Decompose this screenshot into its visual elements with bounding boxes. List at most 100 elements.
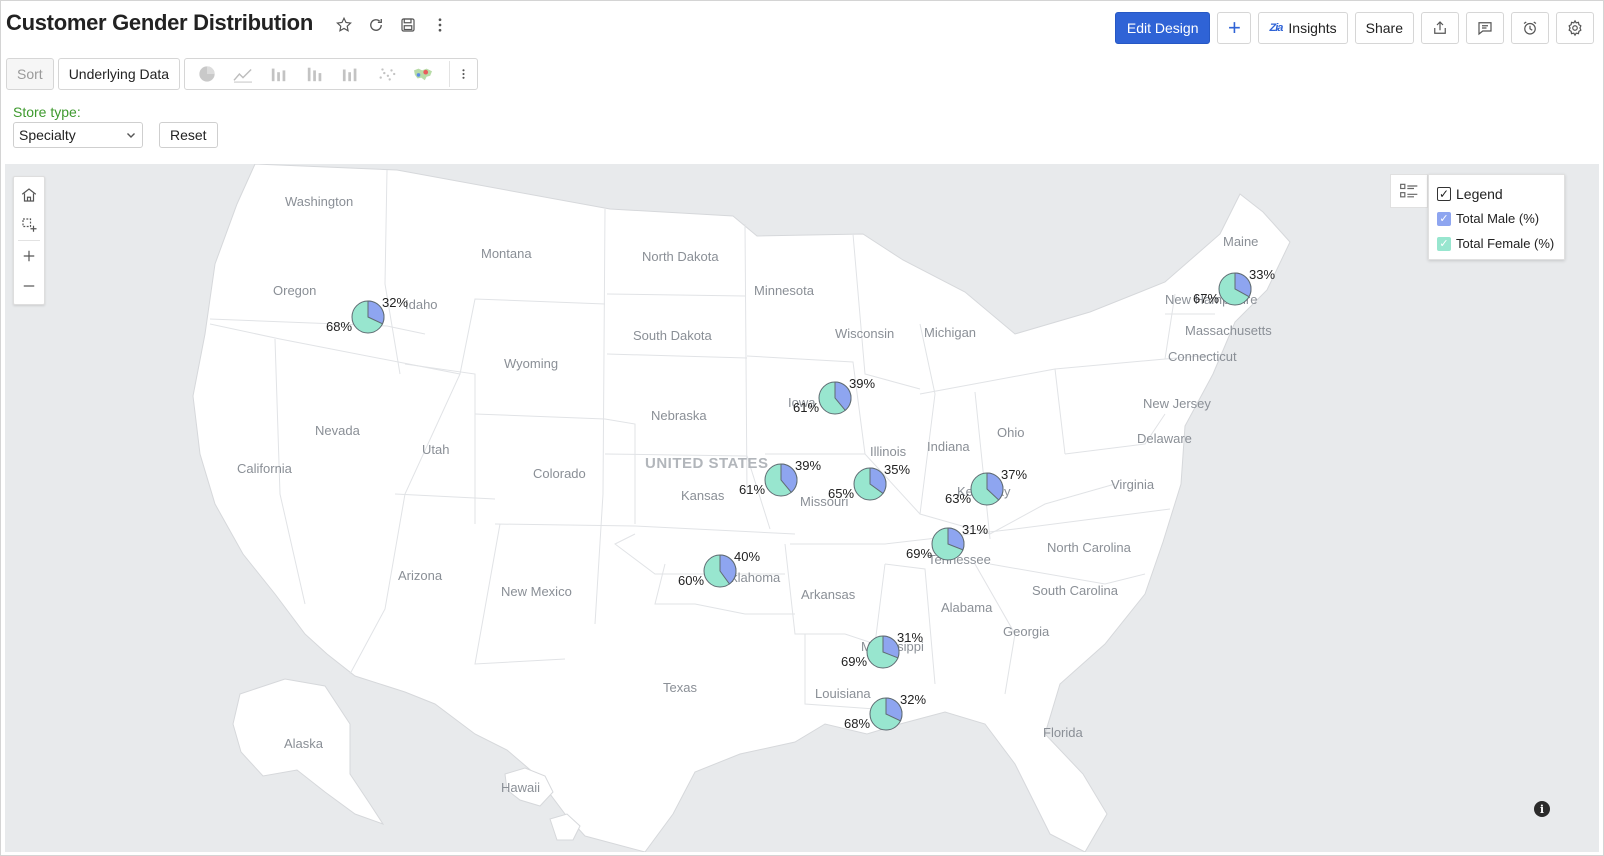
pie-label-female: 68% bbox=[326, 319, 352, 334]
legend-item-label: Total Male (%) bbox=[1456, 211, 1540, 226]
export-button[interactable] bbox=[1421, 12, 1459, 44]
state-label: New Jersey bbox=[1143, 396, 1211, 411]
legend-toggle-row[interactable]: ✓ Legend bbox=[1437, 181, 1556, 206]
legend-item-male[interactable]: ✓ Total Male (%) bbox=[1437, 206, 1556, 231]
chart-type-selector bbox=[184, 58, 479, 90]
state-label: Delaware bbox=[1137, 431, 1192, 446]
store-type-filter-label: Store type: bbox=[13, 104, 81, 120]
comment-button[interactable] bbox=[1466, 12, 1504, 44]
pie-label-male: 31% bbox=[962, 522, 988, 537]
state-label: Utah bbox=[422, 442, 449, 457]
legend-panel: ✓ Legend ✓ Total Male (%) ✓ Total Female… bbox=[1428, 174, 1565, 260]
legend-toggle-button[interactable] bbox=[1390, 174, 1428, 208]
page-title: Customer Gender Distribution bbox=[6, 10, 313, 35]
state-label: Wyoming bbox=[504, 356, 558, 371]
bar-chart-icon[interactable] bbox=[263, 61, 295, 87]
state-label: Florida bbox=[1043, 725, 1084, 740]
insights-button[interactable]: Zia Insights bbox=[1258, 12, 1348, 44]
us-map[interactable]: UNITED STATES Washington Oregon Idaho Mo… bbox=[5, 164, 1599, 852]
pie-label-female: 61% bbox=[739, 482, 765, 497]
add-button[interactable]: + bbox=[1217, 12, 1252, 44]
state-label: New Mexico bbox=[501, 584, 572, 599]
chevron-down-icon bbox=[127, 133, 135, 138]
pie-label-female: 65% bbox=[828, 486, 854, 501]
state-label: Alaska bbox=[284, 736, 324, 751]
state-label: California bbox=[237, 461, 293, 476]
state-label: South Carolina bbox=[1032, 583, 1119, 598]
title-actions bbox=[334, 14, 450, 36]
state-label: North Carolina bbox=[1047, 540, 1132, 555]
country-label: UNITED STATES bbox=[645, 455, 768, 472]
state-label: Connecticut bbox=[1168, 349, 1237, 364]
map-view[interactable]: UNITED STATES Washington Oregon Idaho Mo… bbox=[5, 164, 1599, 852]
pie-label-female: 63% bbox=[945, 491, 971, 506]
geo-map-icon[interactable] bbox=[407, 61, 439, 87]
map-controls bbox=[13, 176, 45, 305]
state-label: Massachusetts bbox=[1185, 323, 1272, 338]
checkbox-checked-icon[interactable]: ✓ bbox=[1437, 211, 1451, 226]
state-label: Texas bbox=[663, 680, 697, 695]
pie-label-female: 69% bbox=[906, 546, 932, 561]
more-chart-types-icon[interactable] bbox=[449, 61, 471, 87]
schedule-button[interactable] bbox=[1511, 12, 1549, 44]
pie-label-male: 32% bbox=[382, 295, 408, 310]
area-select-icon[interactable] bbox=[14, 210, 44, 240]
pie-label-male: 33% bbox=[1249, 267, 1275, 282]
scatter-icon[interactable] bbox=[371, 61, 403, 87]
pie-label-male: 32% bbox=[900, 692, 926, 707]
pie-label-female: 67% bbox=[1193, 291, 1219, 306]
underlying-data-button[interactable]: Underlying Data bbox=[57, 58, 181, 90]
save-icon[interactable] bbox=[398, 14, 418, 36]
home-icon[interactable] bbox=[14, 180, 44, 210]
state-label: Alabama bbox=[941, 600, 993, 615]
reset-button[interactable]: Reset bbox=[159, 122, 218, 148]
legend-item-label: Total Female (%) bbox=[1456, 236, 1555, 251]
pie-label-female: 68% bbox=[844, 716, 870, 731]
stacked-bar-icon[interactable] bbox=[299, 61, 331, 87]
refresh-icon[interactable] bbox=[366, 14, 386, 36]
export-icon bbox=[1434, 21, 1446, 34]
store-type-select[interactable]: Specialty bbox=[13, 122, 143, 148]
state-label: Kansas bbox=[681, 488, 725, 503]
grouped-bar-icon[interactable] bbox=[335, 61, 367, 87]
legend-title: Legend bbox=[1456, 185, 1503, 202]
pie-chart-icon[interactable] bbox=[191, 61, 223, 87]
state-label: Georgia bbox=[1003, 624, 1050, 639]
state-label: Washington bbox=[285, 194, 353, 209]
state-label: Idaho bbox=[405, 297, 438, 312]
top-actions: Edit Design + Zia Insights Share bbox=[1114, 12, 1594, 44]
pie-label-male: 35% bbox=[884, 462, 910, 477]
state-label: Minnesota bbox=[754, 283, 815, 298]
line-chart-icon[interactable] bbox=[227, 61, 259, 87]
state-label: Oregon bbox=[273, 283, 316, 298]
comment-icon bbox=[1478, 22, 1492, 36]
star-icon[interactable] bbox=[334, 14, 354, 36]
settings-button[interactable] bbox=[1556, 12, 1594, 44]
share-button[interactable]: Share bbox=[1354, 12, 1414, 44]
state-label: Michigan bbox=[924, 325, 976, 340]
zoom-in-icon[interactable] bbox=[14, 241, 44, 271]
state-label: Hawaii bbox=[501, 780, 540, 795]
legend-item-female[interactable]: ✓ Total Female (%) bbox=[1437, 231, 1556, 256]
pie-label-male: 39% bbox=[795, 458, 821, 473]
state-label: South Dakota bbox=[633, 328, 713, 343]
pie-label-male: 40% bbox=[734, 549, 760, 564]
state-label: Arizona bbox=[398, 568, 443, 583]
checkbox-checked-icon[interactable]: ✓ bbox=[1437, 236, 1451, 251]
state-label: Indiana bbox=[927, 439, 970, 454]
sort-button[interactable]: Sort bbox=[6, 58, 54, 90]
more-vertical-icon[interactable] bbox=[430, 14, 450, 36]
state-label: Nebraska bbox=[651, 408, 707, 423]
chart-toolbar: Sort Underlying Data bbox=[6, 58, 479, 90]
edit-design-button[interactable]: Edit Design bbox=[1114, 12, 1211, 44]
state-label: North Dakota bbox=[642, 249, 719, 264]
pie-label-male: 39% bbox=[849, 376, 875, 391]
state-label: Montana bbox=[481, 246, 532, 261]
state-label: Illinois bbox=[870, 444, 907, 459]
info-icon[interactable]: i bbox=[1534, 801, 1550, 817]
checkbox-checked-icon[interactable]: ✓ bbox=[1437, 186, 1451, 201]
store-type-value: Specialty bbox=[19, 127, 76, 143]
pie-label-female: 69% bbox=[841, 654, 867, 669]
state-label: Nevada bbox=[315, 423, 361, 438]
zoom-out-icon[interactable] bbox=[14, 271, 44, 301]
